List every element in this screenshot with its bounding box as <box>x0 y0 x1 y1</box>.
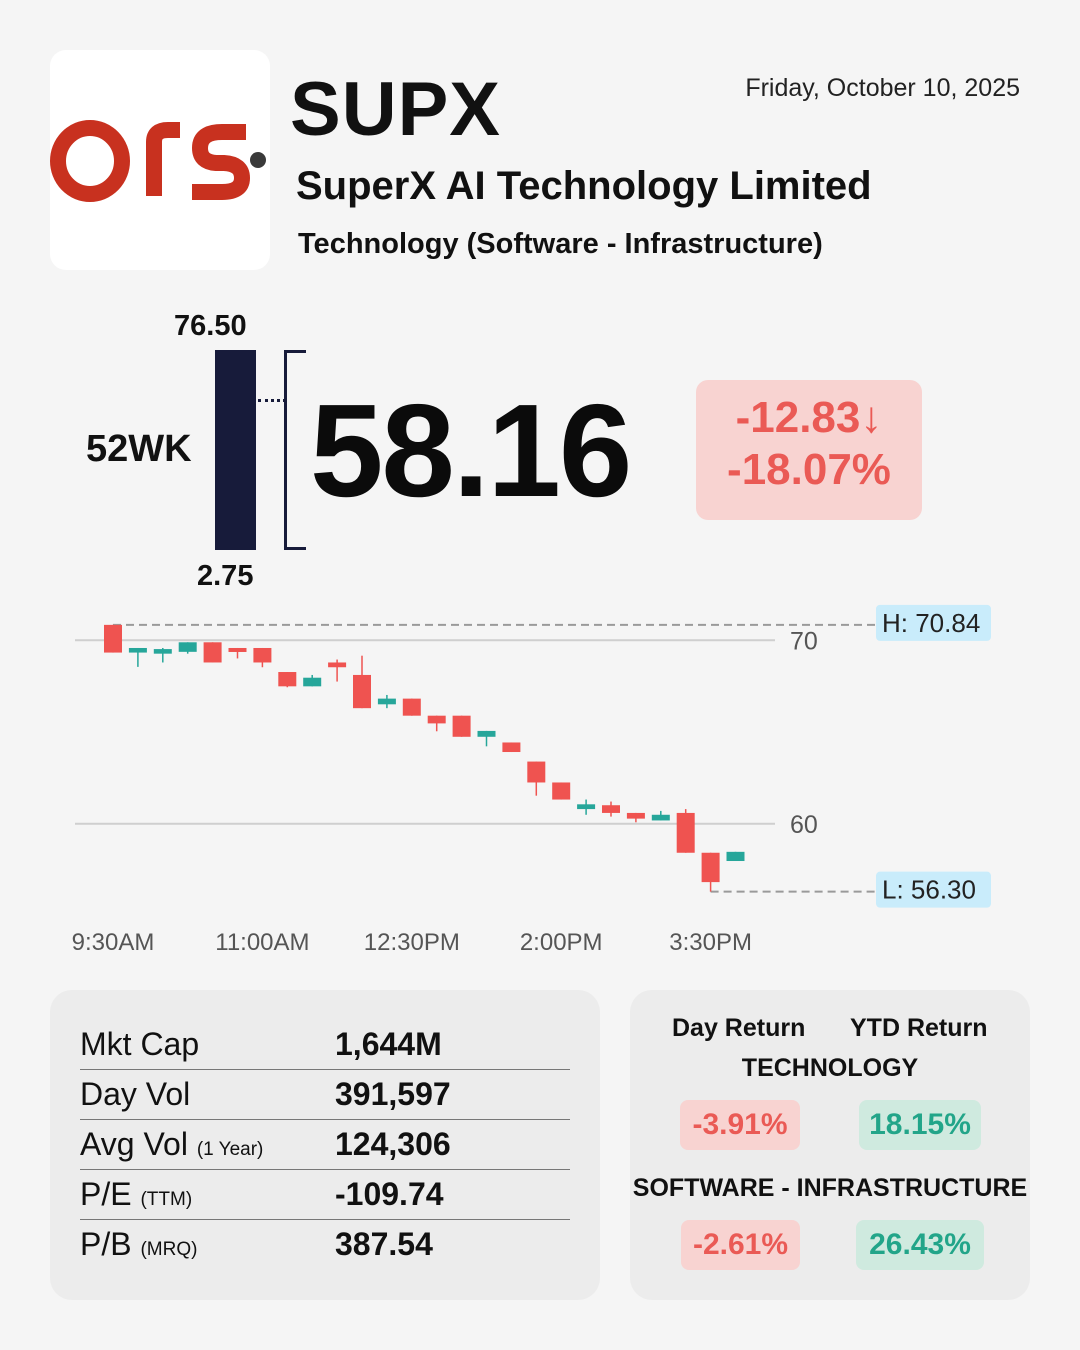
change-percent: -18.07% <box>727 445 891 495</box>
candle-body <box>353 674 371 709</box>
intraday-candlestick-chart: 70 60 H: 70.84 L: 56.30 9:30AM 11:00AM 12:30PM… <box>72 604 991 956</box>
stat-label-text: Mkt Cap <box>80 1026 200 1062</box>
week52-current-marker <box>258 399 286 402</box>
stat-row-avg-vol: Avg Vol (1 Year) 124,306 <box>80 1120 570 1170</box>
week52-range-bar <box>215 350 256 550</box>
high-label: H: 70.84 <box>882 608 980 638</box>
stat-label-text: P/B <box>80 1226 132 1262</box>
candle-body <box>377 698 396 705</box>
stat-value: 387.54 <box>335 1226 433 1262</box>
week52-high: 76.50 <box>174 310 247 342</box>
x-tick-label: 3:30PM <box>669 929 752 956</box>
stat-label: Mkt Cap <box>80 1026 199 1063</box>
x-tick-label: 9:30AM <box>72 929 155 956</box>
stat-label: P/E (TTM) <box>80 1176 192 1213</box>
day-return-header: Day Return <box>672 1014 806 1042</box>
stat-sublabel: (1 Year) <box>196 1139 264 1160</box>
stat-value: 1,644M <box>335 1026 442 1062</box>
candle-body <box>228 647 247 652</box>
stat-label: Day Vol <box>80 1076 190 1113</box>
week52-bracket <box>284 350 306 550</box>
sector-returns-panel: Day Return YTD Return TECHNOLOGY -3.91% … <box>630 990 1030 1300</box>
change-absolute: -12.83↓ <box>735 393 883 442</box>
stat-value: 124,306 <box>335 1126 451 1162</box>
x-tick-label: 12:30PM <box>364 929 460 956</box>
week52-low: 2.75 <box>197 560 254 592</box>
x-tick-label: 11:00AM <box>215 929 309 956</box>
sector-label: Technology (Software - Infrastructure) <box>298 228 823 260</box>
candle-body <box>303 677 322 687</box>
candle-body <box>676 812 695 853</box>
ytd-return-header: YTD Return <box>850 1014 988 1042</box>
company-logo <box>50 50 270 270</box>
candle-body <box>527 761 546 783</box>
candle-body <box>701 852 720 883</box>
stat-row-mkt-cap: Mkt Cap 1,644M <box>80 1020 570 1070</box>
y-tick-label: 60 <box>790 811 818 839</box>
candle-body <box>552 782 571 800</box>
sector-day-return: -3.91% <box>680 1100 800 1150</box>
candle-body <box>153 649 172 654</box>
candle-body <box>328 662 347 668</box>
key-stats-panel: Mkt Cap 1,644M Day Vol 391,597 Avg Vol (… <box>50 990 600 1300</box>
candle-body <box>452 715 471 737</box>
candle-body <box>502 742 521 753</box>
candle-body <box>402 698 421 716</box>
company-name: SuperX AI Technology Limited <box>296 164 872 208</box>
x-tick-label: 2:00PM <box>520 929 603 956</box>
candle-body <box>577 804 596 810</box>
candle-body <box>477 730 496 737</box>
week52-label: 52WK <box>86 428 192 470</box>
candle-body <box>602 805 620 813</box>
sector-ytd-return: 18.15% <box>859 1100 981 1150</box>
stat-row-day-vol: Day Vol 391,597 <box>80 1070 570 1120</box>
stat-label: P/B (MRQ) <box>80 1226 197 1263</box>
price-change-badge: -12.83↓ -18.07% <box>696 380 922 520</box>
ors-logo-icon <box>50 120 266 202</box>
low-label: L: 56.30 <box>882 875 976 905</box>
industry-day-return: -2.61% <box>681 1220 800 1270</box>
candle-body <box>128 647 147 653</box>
stat-value: 391,597 <box>335 1076 451 1112</box>
report-date: Friday, October 10, 2025 <box>745 74 1020 102</box>
stat-row-pe: P/E (TTM) -109.74 <box>80 1170 570 1220</box>
candle-body <box>626 812 645 819</box>
y-tick-label: 70 <box>790 627 818 655</box>
candle-body <box>651 814 670 821</box>
stat-label-text: Day Vol <box>80 1076 191 1112</box>
stat-value: -109.74 <box>335 1176 444 1212</box>
stat-row-pb: P/B (MRQ) 387.54 <box>80 1220 570 1270</box>
stat-label-text: P/E <box>80 1176 132 1212</box>
candle-body <box>427 715 446 724</box>
sector-group-name: TECHNOLOGY <box>741 1054 919 1082</box>
ticker-symbol: SUPX <box>290 67 501 152</box>
candle-body <box>203 642 222 663</box>
candle-body <box>726 851 745 862</box>
candle-body <box>178 642 197 652</box>
stat-label-text: Avg Vol <box>80 1126 188 1162</box>
stat-label: Avg Vol (1 Year) <box>80 1126 263 1163</box>
industry-ytd-return: 26.43% <box>856 1220 984 1270</box>
candle-body <box>104 624 122 653</box>
stat-sublabel: (TTM) <box>140 1189 193 1210</box>
candle-body <box>278 672 297 687</box>
stat-sublabel: (MRQ) <box>140 1239 198 1260</box>
candle-body <box>253 647 272 663</box>
current-price: 58.16 <box>310 377 632 524</box>
industry-group-name: SOFTWARE - INFRASTRUCTURE <box>632 1174 1028 1202</box>
